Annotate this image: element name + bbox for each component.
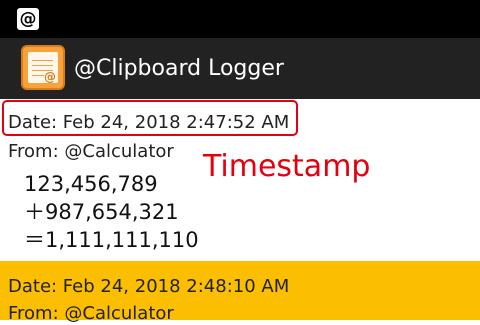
clipboard-entry-list[interactable]: Date: Feb 24, 2018 2:47:52 AM From: @Cal… <box>0 99 480 324</box>
action-bar: @ @Clipboard Logger <box>0 38 480 99</box>
entry-content: 123,456,789 ＋987,654,321 ＝1,111,111,110 <box>24 172 199 252</box>
entry-source: From: @Calculator <box>8 303 174 324</box>
clipboard-logger-icon[interactable]: @ <box>21 45 65 90</box>
at-symbol: @ <box>44 70 56 84</box>
entry-date: Date: Feb 24, 2018 2:48:10 AM <box>8 276 290 297</box>
clipboard-entry[interactable]: Date: Feb 24, 2018 2:48:10 AM From: @Cal… <box>0 261 480 324</box>
at-sign-icon: @ <box>17 8 39 30</box>
notepad-paper: @ <box>28 52 58 83</box>
entry-source: From: @Calculator <box>8 141 174 162</box>
timestamp-callout-label: Timestamp <box>203 149 371 184</box>
timestamp-highlight-box <box>2 100 298 136</box>
clipboard-entry[interactable]: Date: Feb 24, 2018 2:47:52 AM From: @Cal… <box>0 99 480 261</box>
app-title: @Clipboard Logger <box>74 56 284 81</box>
status-bar: @ <box>0 0 480 38</box>
